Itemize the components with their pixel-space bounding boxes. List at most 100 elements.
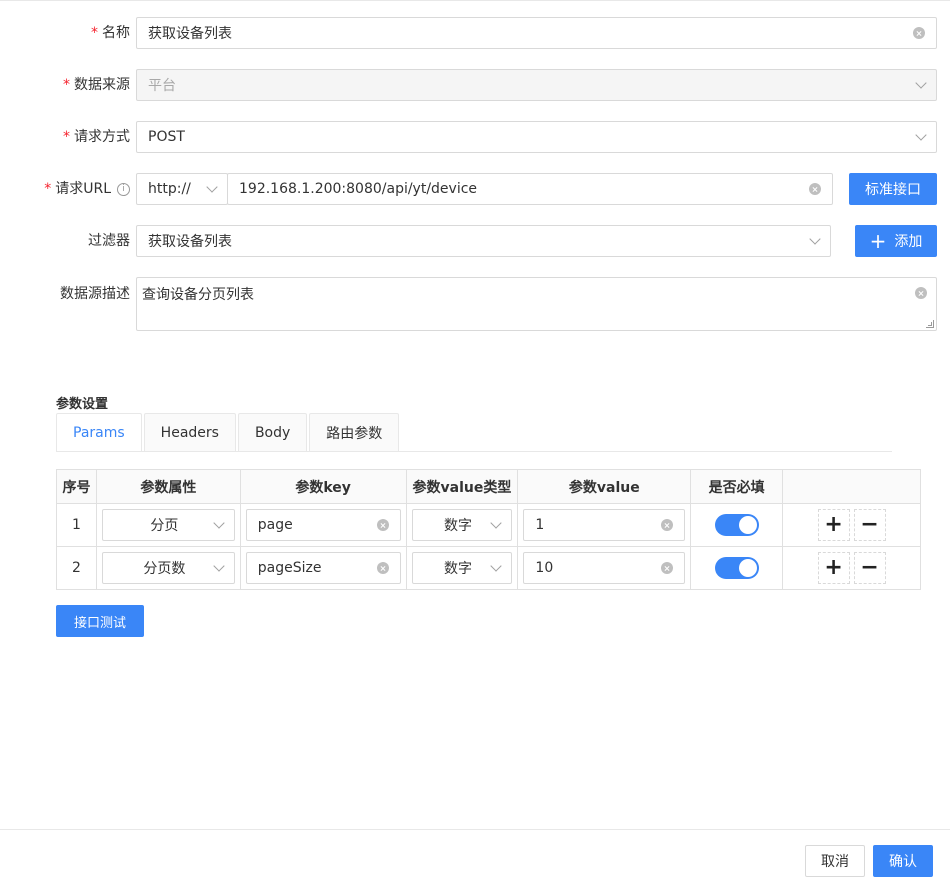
tabs-divider	[56, 451, 892, 452]
protocol-select[interactable]: http://	[136, 173, 228, 205]
op-cell: + −	[782, 503, 921, 547]
chevron-down-icon	[490, 559, 503, 572]
params-tabs: Params Headers Body 路由参数	[56, 413, 401, 452]
params-section-title: 参数设置	[56, 397, 109, 412]
tab-headers[interactable]: Headers	[143, 413, 236, 452]
type-cell: 数字	[405, 546, 519, 590]
chevron-down-icon	[206, 180, 218, 193]
clear-icon[interactable]	[913, 27, 925, 39]
tab-params[interactable]: Params	[56, 413, 142, 452]
attr-cell: 分页	[95, 503, 241, 547]
url-label: * 请求URL i	[0, 173, 130, 205]
op-cell: + −	[782, 546, 921, 590]
standard-api-button[interactable]: 标准接口	[849, 173, 937, 205]
source-select: 平台	[136, 69, 937, 101]
attr-select[interactable]: 分页数	[101, 552, 235, 584]
value-value: 10	[535, 560, 554, 576]
key-cell: page	[239, 503, 407, 547]
add-filter-button[interactable]: + 添加	[855, 225, 937, 257]
plus-icon: +	[869, 229, 887, 253]
type-select[interactable]: 数字	[411, 552, 513, 584]
tab-body[interactable]: Body	[237, 413, 308, 452]
add-filter-label: 添加	[894, 234, 923, 250]
key-cell: pageSize	[239, 546, 407, 590]
url-input[interactable]: 192.168.1.200:8080/api/yt/device	[227, 173, 833, 205]
value-cell: 10	[517, 546, 692, 590]
name-value: 获取设备列表	[148, 26, 232, 42]
row-index: 1	[56, 503, 97, 547]
value-cell: 1	[517, 503, 692, 547]
remove-row-button[interactable]: −	[853, 509, 886, 541]
key-value: page	[257, 517, 293, 533]
type-value: 数字	[443, 518, 472, 534]
attr-value: 分页数	[143, 561, 186, 577]
confirm-button[interactable]: 确认	[873, 845, 933, 877]
protocol-value: http://	[148, 181, 191, 197]
attr-value: 分页	[150, 518, 179, 534]
chevron-down-icon	[213, 516, 225, 529]
resize-handle[interactable]	[926, 320, 934, 328]
key-value: pageSize	[257, 560, 322, 576]
name-label: * 名称	[91, 25, 130, 41]
table-row: 1 分页 page 数字 1 + −	[56, 503, 921, 547]
value-input[interactable]: 10	[523, 552, 686, 584]
filter-select[interactable]: 获取设备列表	[136, 225, 831, 257]
source-value: 平台	[148, 78, 176, 94]
tab-route-params[interactable]: 路由参数	[309, 413, 400, 452]
required-switch[interactable]	[714, 514, 759, 536]
type-select[interactable]: 数字	[411, 509, 513, 541]
table-header-row: 序号 参数属性 参数key 参数value类型 参数value 是否必填	[56, 469, 921, 504]
cancel-button[interactable]: 取消	[805, 845, 865, 877]
info-icon[interactable]: i	[117, 182, 130, 196]
description-value: 查询设备分页列表	[142, 287, 254, 303]
column-header: 参数value	[517, 469, 692, 504]
value-input[interactable]: 1	[523, 509, 686, 541]
clear-icon[interactable]	[661, 562, 674, 574]
name-input[interactable]: 获取设备列表	[136, 17, 937, 49]
key-input[interactable]: pageSize	[245, 552, 401, 584]
add-row-button[interactable]: +	[817, 509, 850, 541]
table-row: 2 分页数 pageSize 数字 10 + −	[56, 546, 921, 590]
column-header: 序号	[56, 469, 97, 504]
type-cell: 数字	[405, 503, 519, 547]
column-header: 参数value类型	[405, 469, 519, 504]
footer-divider	[0, 829, 950, 830]
attr-select[interactable]: 分页	[101, 509, 235, 541]
method-select[interactable]: POST	[136, 121, 937, 153]
required-switch[interactable]	[714, 557, 759, 579]
required-cell	[690, 503, 784, 547]
attr-cell: 分页数	[95, 546, 241, 590]
column-header: 参数key	[239, 469, 407, 504]
clear-icon[interactable]	[661, 519, 674, 531]
row-index: 2	[56, 546, 97, 590]
filter-label: 过滤器	[88, 233, 130, 249]
filter-value: 获取设备列表	[148, 234, 232, 250]
required-cell	[690, 546, 784, 590]
method-value: POST	[148, 129, 185, 145]
method-label: * 请求方式	[63, 129, 130, 145]
description-textarea[interactable]: 查询设备分页列表	[136, 277, 937, 331]
remove-row-button[interactable]: −	[853, 552, 886, 584]
top-divider	[0, 0, 950, 1]
type-value: 数字	[443, 561, 472, 577]
chevron-down-icon	[915, 128, 927, 141]
add-row-button[interactable]: +	[817, 552, 850, 584]
clear-icon[interactable]	[376, 562, 389, 574]
description-label: 数据源描述	[60, 286, 130, 302]
column-header: 参数属性	[95, 469, 241, 504]
column-header: 是否必填	[690, 469, 784, 504]
url-value: 192.168.1.200:8080/api/yt/device	[239, 181, 478, 197]
chevron-down-icon	[915, 76, 927, 89]
chevron-down-icon	[490, 516, 503, 529]
source-label: * 数据来源	[63, 77, 130, 93]
api-test-button[interactable]: 接口测试	[56, 605, 144, 637]
clear-icon[interactable]	[915, 287, 927, 299]
clear-icon[interactable]	[376, 519, 389, 531]
params-table: 序号 参数属性 参数key 参数value类型 参数value 是否必填 1 分…	[56, 469, 921, 590]
column-header	[782, 469, 921, 504]
clear-icon[interactable]	[809, 183, 821, 195]
chevron-down-icon	[809, 232, 821, 245]
key-input[interactable]: page	[245, 509, 401, 541]
value-value: 1	[535, 517, 545, 533]
chevron-down-icon	[213, 559, 225, 572]
